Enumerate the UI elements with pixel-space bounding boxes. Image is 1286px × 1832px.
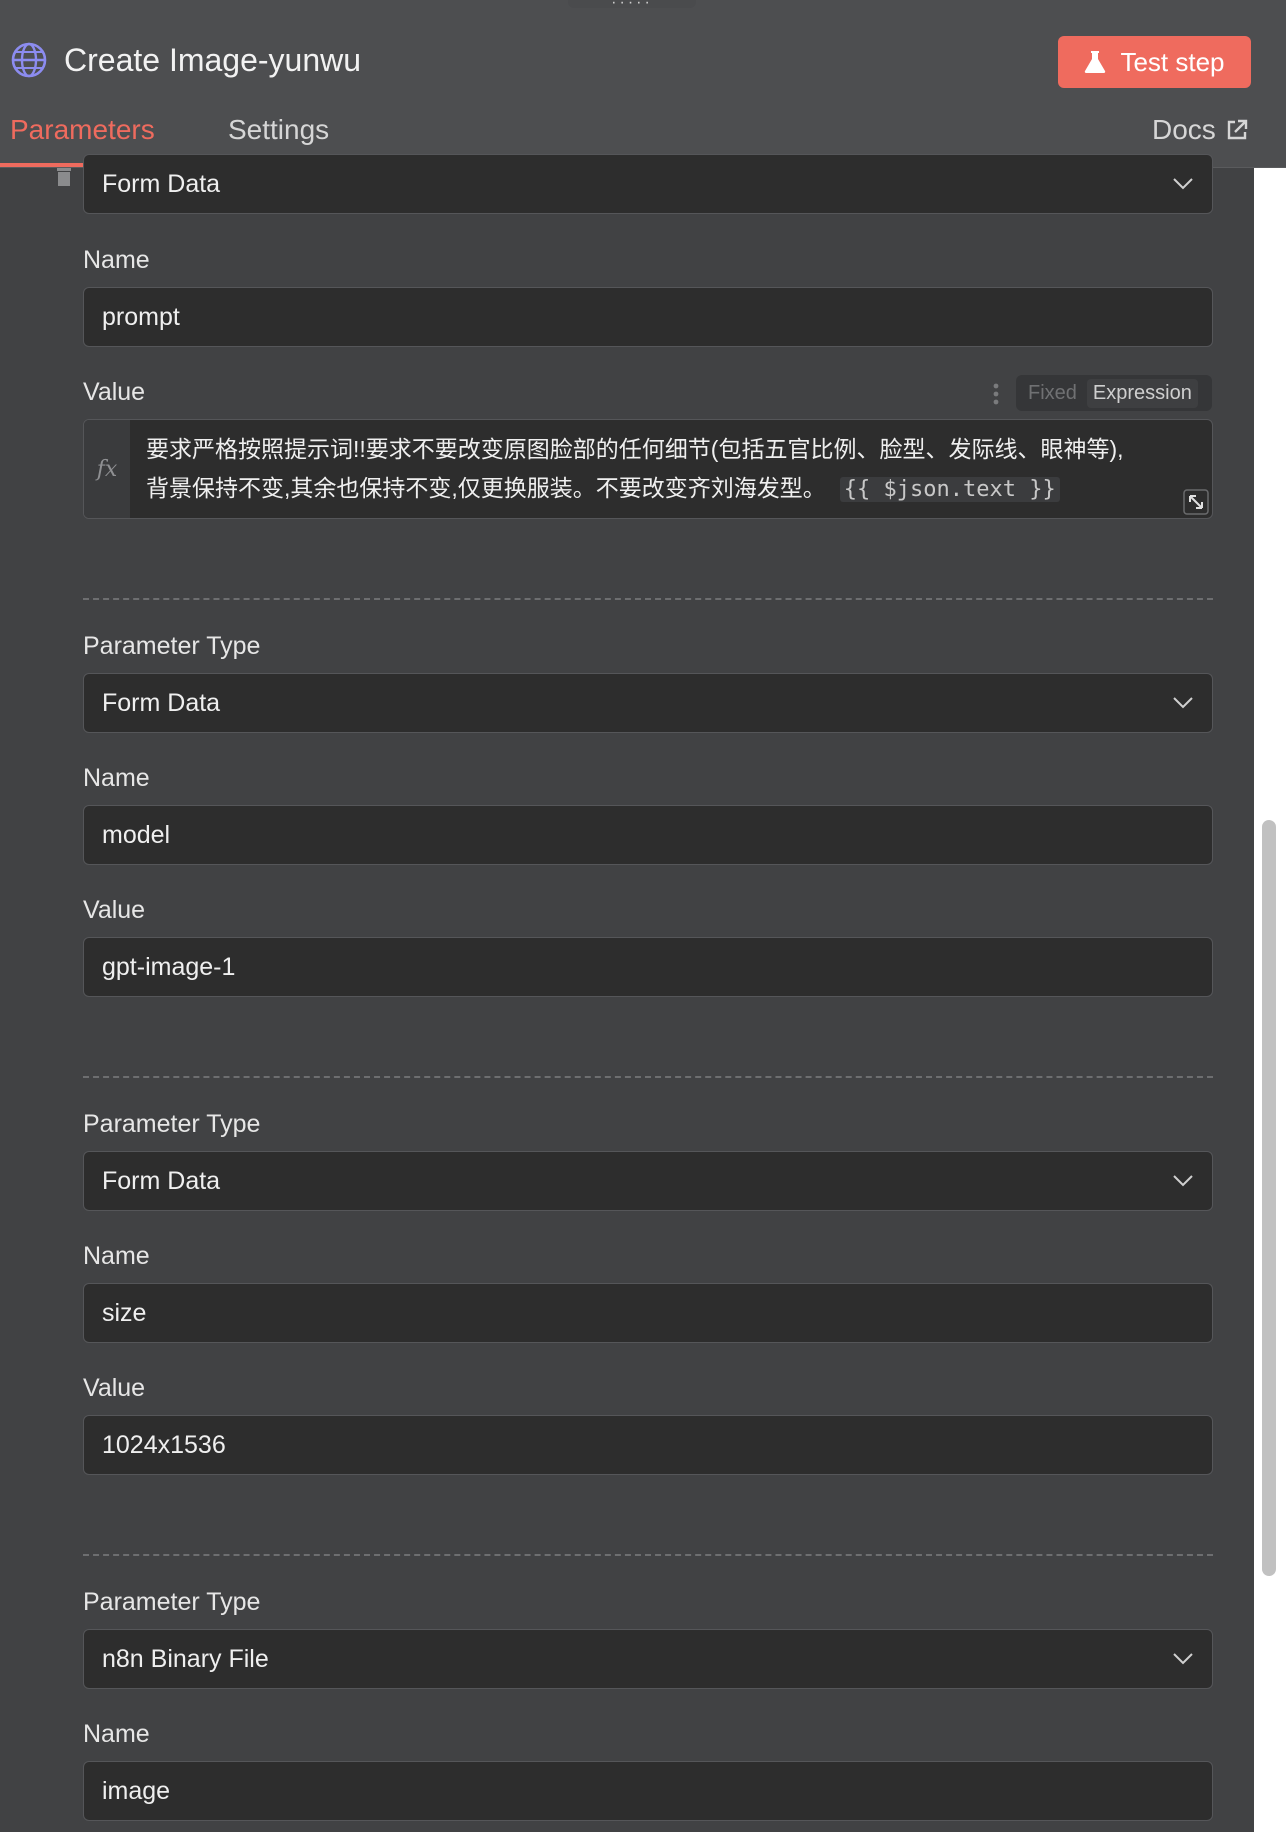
- name-label: Name: [83, 1720, 150, 1748]
- node-title[interactable]: Create Image-yunwu: [64, 42, 361, 79]
- docs-link[interactable]: Docs: [1152, 114, 1248, 146]
- parameter-divider: [83, 1554, 1213, 1556]
- test-step-button[interactable]: Test step: [1058, 36, 1251, 88]
- title-row: Create Image-yunwu: [10, 36, 361, 84]
- select-value: n8n Binary File: [102, 1644, 269, 1673]
- parameter-type-select[interactable]: Form Data: [83, 154, 1213, 214]
- toggle-expression[interactable]: Expression: [1086, 378, 1198, 408]
- name-label: Name: [83, 1242, 150, 1270]
- parameter-type-select[interactable]: Form Data: [83, 673, 1213, 733]
- value-label: Value: [83, 896, 146, 924]
- tab-parameters[interactable]: Parameters: [10, 114, 155, 146]
- drag-handle[interactable]: ·····: [568, 0, 696, 11]
- chevron-down-icon: [1173, 1653, 1193, 1665]
- name-input[interactable]: prompt: [83, 287, 1213, 347]
- value-input[interactable]: gpt-image-1: [83, 937, 1213, 997]
- fixed-expression-toggle[interactable]: Fixed Expression: [1016, 375, 1212, 411]
- parameter-type-select[interactable]: n8n Binary File: [83, 1629, 1213, 1689]
- parameters-content: [0, 168, 1254, 1832]
- expression-line-2: 背景保持不变,其余也保持不变,仅更换服装。不要改变齐刘海发型。: [146, 475, 826, 501]
- input-value: model: [102, 820, 171, 849]
- name-input[interactable]: size: [83, 1283, 1213, 1343]
- docs-label: Docs: [1152, 114, 1216, 145]
- input-value: image: [102, 1776, 171, 1805]
- expression-line-1: 要求严格按照提示词!!要求不要改变原图脸部的任何细节(包括五官比例、脸型、发际线…: [146, 436, 1124, 462]
- globe-icon: [11, 42, 47, 78]
- select-value: Form Data: [102, 1166, 221, 1195]
- parameter-type-label: Parameter Type: [83, 1588, 261, 1616]
- scrollbar-thumb[interactable]: [1262, 820, 1276, 1576]
- tab-settings[interactable]: Settings: [228, 114, 329, 146]
- select-value: Form Data: [102, 688, 221, 717]
- node-panel: ····· Create Image-yunwu Test step Param…: [0, 0, 1286, 1832]
- parameter-divider: [83, 1076, 1213, 1078]
- more-options-icon[interactable]: [992, 382, 1000, 406]
- parameter-type-select[interactable]: Form Data: [83, 1151, 1213, 1211]
- flask-icon: [1085, 51, 1106, 73]
- value-label: Value: [83, 1374, 146, 1402]
- chevron-down-icon: [1173, 697, 1193, 709]
- expression-code: {{ $json.text }}: [839, 477, 1060, 502]
- value-label: Value: [83, 378, 146, 406]
- expression-editor[interactable]: fx 要求严格按照提示词!!要求不要改变原图脸部的任何细节(包括五官比例、脸型、…: [83, 419, 1213, 519]
- chevron-down-icon: [1173, 178, 1193, 190]
- expression-text[interactable]: 要求严格按照提示词!!要求不要改变原图脸部的任何细节(包括五官比例、脸型、发际线…: [146, 430, 1196, 509]
- name-label: Name: [83, 246, 150, 274]
- parameter-type-label: Parameter Type: [83, 632, 261, 660]
- input-value: gpt-image-1: [102, 952, 236, 981]
- input-value: size: [102, 1298, 147, 1327]
- parameter-type-label: Parameter Type: [83, 1110, 261, 1138]
- name-label: Name: [83, 764, 150, 792]
- select-value: Form Data: [102, 169, 221, 198]
- name-input[interactable]: image: [83, 1761, 1213, 1821]
- parameter-divider: [83, 598, 1213, 600]
- panel-header: ····· Create Image-yunwu Test step Param…: [0, 0, 1286, 168]
- trash-icon[interactable]: [56, 168, 72, 188]
- chevron-down-icon: [1173, 1175, 1193, 1187]
- fx-icon: fx: [84, 420, 130, 518]
- input-value: 1024x1536: [102, 1430, 226, 1459]
- expand-editor-icon[interactable]: [1183, 489, 1209, 515]
- external-link-icon: [1227, 119, 1247, 140]
- input-value: prompt: [102, 302, 180, 331]
- toggle-fixed[interactable]: Fixed: [1020, 382, 1087, 405]
- name-input[interactable]: model: [83, 805, 1213, 865]
- test-step-label: Test step: [1120, 46, 1225, 77]
- value-input[interactable]: 1024x1536: [83, 1415, 1213, 1475]
